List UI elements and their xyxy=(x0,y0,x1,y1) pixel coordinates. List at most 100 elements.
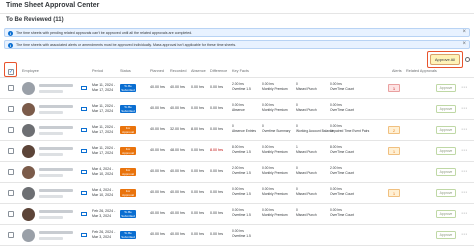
header-divider xyxy=(0,13,474,14)
column-header-status[interactable]: Status xyxy=(120,69,131,73)
mail-icon[interactable] xyxy=(81,191,87,195)
approve-button[interactable]: Approve xyxy=(436,231,456,239)
column-header-related-approvals[interactable]: Related Approvals xyxy=(406,69,437,73)
difference-hours: 0.00 hrs xyxy=(210,190,223,194)
absence-hours: 0.00 hrs xyxy=(191,106,204,110)
more-options-icon[interactable]: ⋯ xyxy=(461,168,467,175)
alert-badge[interactable]: 2 xyxy=(388,126,400,134)
mail-icon[interactable] xyxy=(81,128,87,132)
more-options-icon[interactable]: ⋯ xyxy=(461,147,467,154)
mail-icon[interactable] xyxy=(81,149,87,153)
key-fact-label: Overtime 1.5 xyxy=(232,87,251,91)
key-fact-label: Missed Punch xyxy=(296,213,317,217)
key-fact-label: Monthly Premium xyxy=(262,192,288,196)
key-fact-label: Missed Punch xyxy=(296,192,317,196)
mail-icon[interactable] xyxy=(81,233,87,237)
alert-badge[interactable]: 1 xyxy=(388,84,400,92)
table-row[interactable]: Feb 26, 2024 - Mar 3, 2024 To Be Submitted 4… xyxy=(0,226,474,246)
mail-icon[interactable] xyxy=(81,212,87,216)
table-row[interactable]: Feb 26, 2024 - Mar 3, 2024 To Be Submitted 4… xyxy=(0,205,474,225)
approve-button[interactable]: Approve xyxy=(436,168,456,176)
column-header-key-facts[interactable]: Key Facts xyxy=(232,69,249,73)
avatar xyxy=(22,166,35,179)
recorded-hours: 40.00 hrs xyxy=(170,211,185,215)
approve-button[interactable]: Approve xyxy=(436,84,456,92)
approve-all-button[interactable]: Approve All xyxy=(430,54,460,65)
key-fact: 0.00 hrs Absence xyxy=(232,103,245,113)
alert-badge[interactable]: 1 xyxy=(388,147,400,155)
row-checkbox[interactable] xyxy=(8,211,14,217)
more-options-icon[interactable]: ⋯ xyxy=(461,231,467,238)
period-end: Mar 17, 2024 xyxy=(92,151,114,155)
approve-button[interactable]: Approve xyxy=(436,105,456,113)
status-badge: For Approval xyxy=(120,126,136,134)
status-line-2: Approval xyxy=(122,151,134,155)
more-options-icon[interactable]: ⋯ xyxy=(461,84,467,91)
table-row[interactable]: Mar 11, 2024 - Mar 17, 2024 For Approval 40.… xyxy=(0,121,474,141)
key-fact: 0.00 hrs OverTime Count xyxy=(330,82,354,92)
approve-button[interactable]: Approve xyxy=(436,189,456,197)
absence-hours: 0.00 hrs xyxy=(191,85,204,89)
row-checkbox[interactable] xyxy=(8,232,14,238)
approve-button[interactable]: Approve xyxy=(436,210,456,218)
key-fact-label: OverTime Count xyxy=(330,171,355,175)
table-row[interactable]: Mar 4, 2024 - Mar 10, 2024 For Approval 40.0… xyxy=(0,184,474,204)
avatar xyxy=(22,187,35,200)
key-fact: 0.00 hrs Monthly Premium xyxy=(262,166,288,176)
planned-hours: 40.00 hrs xyxy=(150,169,165,173)
column-header-absence[interactable]: Absence xyxy=(191,69,206,73)
employee-name-redacted xyxy=(39,147,73,150)
key-fact: 0.00 hrs OverTime Count xyxy=(330,103,354,113)
period-end: Mar 3, 2024 xyxy=(92,235,112,239)
row-checkbox[interactable] xyxy=(8,148,14,154)
select-all-checkbox[interactable]: ✓ xyxy=(8,69,14,75)
employee-id-redacted xyxy=(39,195,63,198)
column-header-difference[interactable]: Difference xyxy=(210,69,227,73)
key-fact-label: Missed Punch xyxy=(296,87,317,91)
row-checkbox[interactable] xyxy=(8,127,14,133)
key-fact: 0 Missed Punch xyxy=(296,166,317,176)
row-checkbox[interactable] xyxy=(8,169,14,175)
approve-button[interactable]: Approve xyxy=(436,147,456,155)
planned-hours: 40.00 hrs xyxy=(150,190,165,194)
absence-hours: 0.00 hrs xyxy=(191,232,204,236)
key-fact: 1 Missed Punch xyxy=(296,145,317,155)
key-fact-label: Monthly Premium xyxy=(262,87,288,91)
row-checkbox[interactable] xyxy=(8,190,14,196)
column-header-planned[interactable]: Planned xyxy=(150,69,164,73)
close-icon[interactable]: × xyxy=(462,41,466,47)
employee-id-redacted xyxy=(39,111,63,114)
table-row[interactable]: Mar 4, 2024 - Mar 10, 2024 For Approval 40.0… xyxy=(0,163,474,183)
key-fact-label: Monthly Premium xyxy=(262,171,288,175)
approve-button[interactable]: Approve xyxy=(436,126,456,134)
column-header-recorded[interactable]: Recorded xyxy=(170,69,186,73)
absence-hours: 0.00 hrs xyxy=(191,169,204,173)
settings-icon[interactable] xyxy=(465,57,470,62)
key-fact-label: OverTime Count xyxy=(330,213,355,217)
key-fact-label: Absence xyxy=(232,108,245,112)
table-row[interactable]: Mar 11, 2024 - Mar 17, 2024 For Approval 40.… xyxy=(0,142,474,162)
more-options-icon[interactable]: ⋯ xyxy=(461,126,467,133)
table-row[interactable]: Mar 11, 2024 - Mar 17, 2024 To Be Submitted… xyxy=(0,79,474,99)
alert-badge[interactable]: 1 xyxy=(388,189,400,197)
key-fact: 0 Absence Entries xyxy=(232,124,256,134)
recorded-hours: 40.00 hrs xyxy=(170,106,185,110)
close-icon[interactable]: × xyxy=(462,29,466,35)
row-checkbox[interactable] xyxy=(8,106,14,112)
row-checkbox[interactable] xyxy=(8,85,14,91)
more-options-icon[interactable]: ⋯ xyxy=(461,189,467,196)
period-end: Mar 17, 2024 xyxy=(92,88,114,92)
more-options-icon[interactable]: ⋯ xyxy=(461,210,467,217)
mail-icon[interactable] xyxy=(81,86,87,90)
column-header-period[interactable]: Period xyxy=(92,69,103,73)
table-row[interactable]: Mar 11, 2024 - Mar 17, 2024 To Be Submitted… xyxy=(0,100,474,120)
recorded-hours: 40.00 hrs xyxy=(170,85,185,89)
column-header-employee[interactable]: Employee xyxy=(22,69,39,73)
key-fact: 0.00 hrs Overtime 1.5 xyxy=(232,229,251,239)
more-options-icon[interactable]: ⋯ xyxy=(461,105,467,112)
employee-name-redacted xyxy=(39,189,73,192)
mail-icon[interactable] xyxy=(81,170,87,174)
difference-hours: 0.00 hrs xyxy=(210,232,223,236)
mail-icon[interactable] xyxy=(81,107,87,111)
column-header-alerts[interactable]: Alerts xyxy=(392,69,402,73)
